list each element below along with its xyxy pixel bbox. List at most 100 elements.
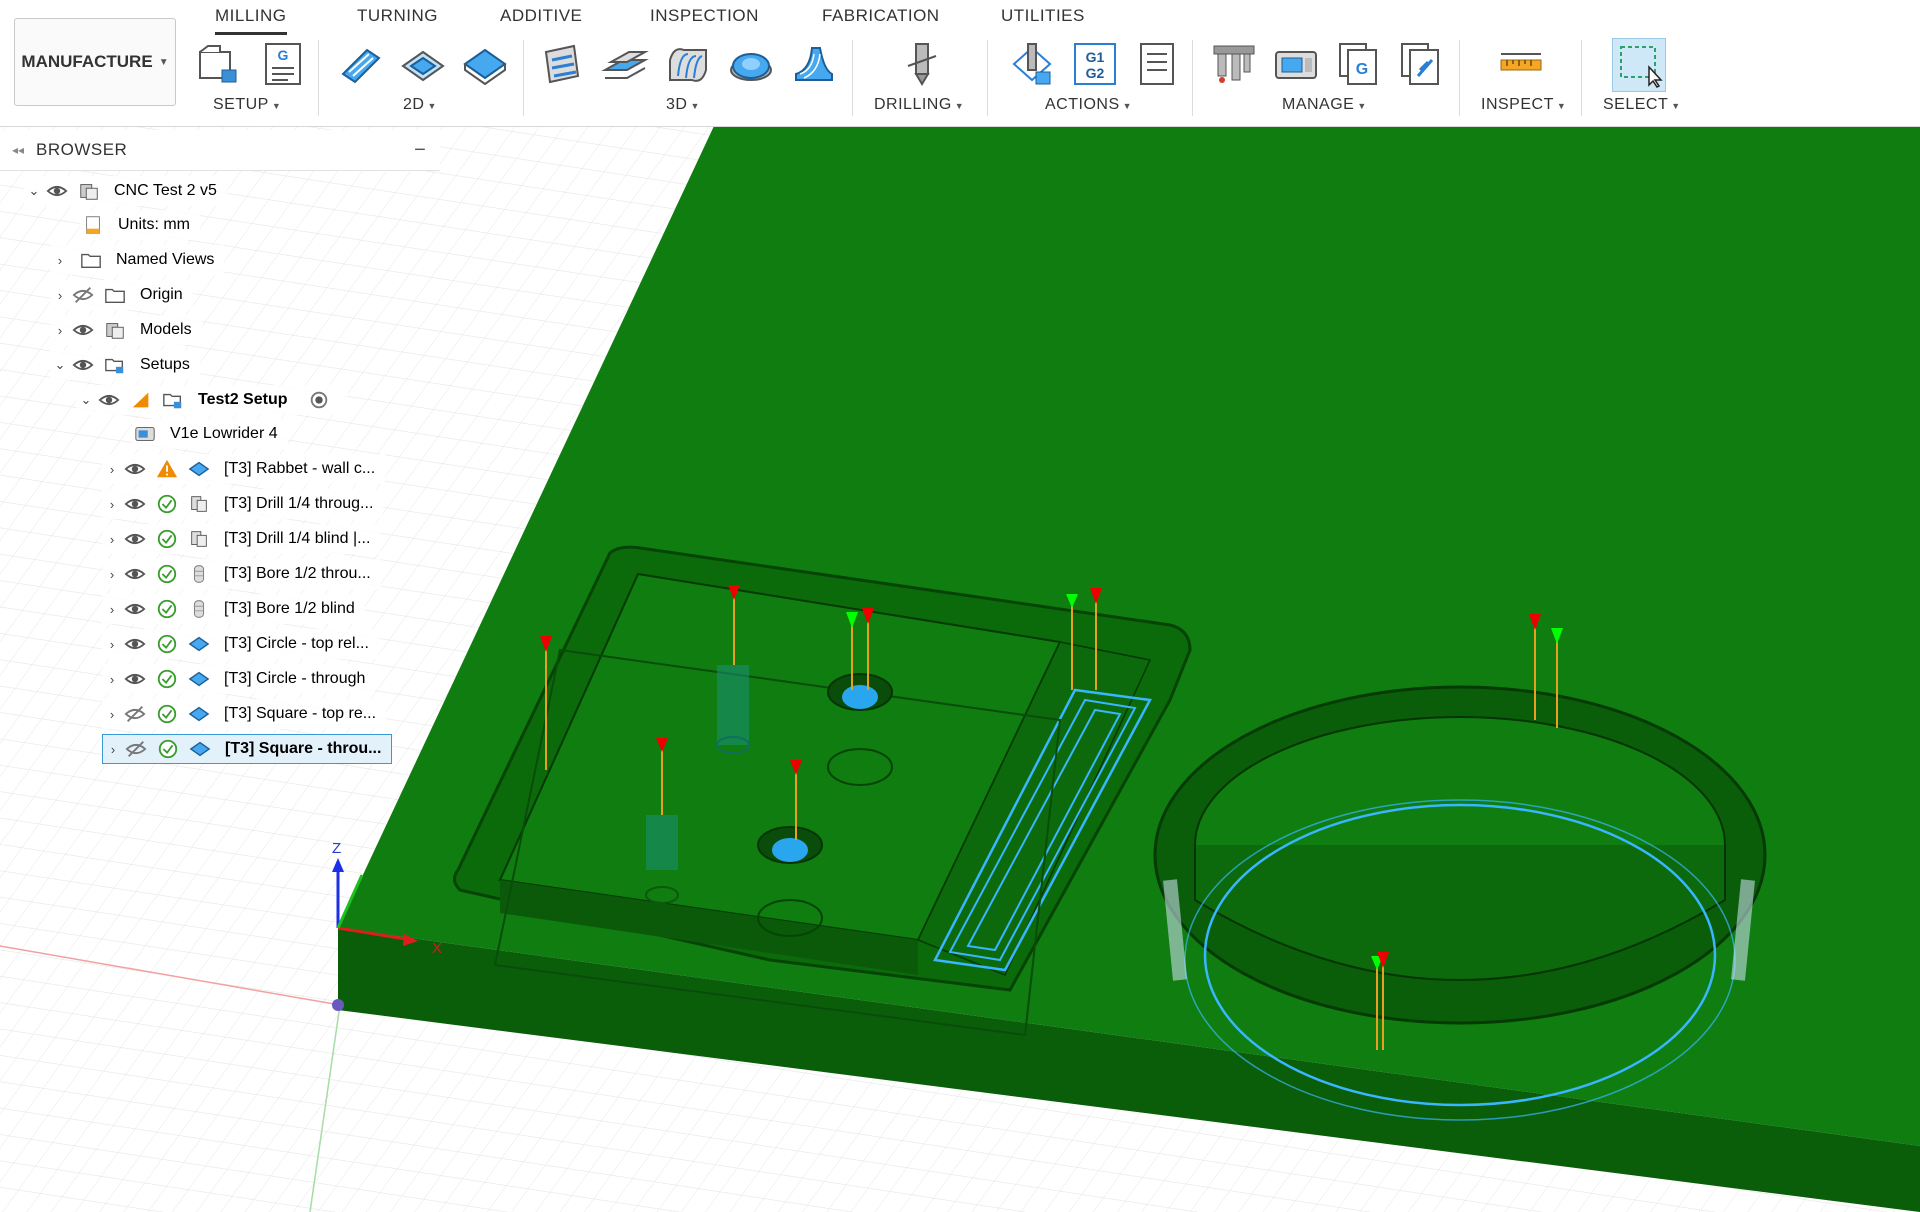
scallop-icon[interactable] <box>727 40 775 88</box>
visibility-hidden-icon[interactable] <box>123 737 149 761</box>
tree-label: Test2 Setup <box>198 391 288 408</box>
visibility-eye-icon[interactable] <box>96 388 122 412</box>
operation-row[interactable]: › [T3] Circle - top rel... <box>102 629 379 659</box>
operation-row[interactable]: › [T3] Circle - through <box>102 664 376 694</box>
group-actions[interactable]: ACTIONS ▼ <box>1045 96 1132 114</box>
flow-icon[interactable] <box>664 40 712 88</box>
group-2d[interactable]: 2D ▼ <box>403 96 437 114</box>
3d-pocket-icon[interactable] <box>601 40 649 88</box>
visibility-eye-icon[interactable] <box>122 457 148 481</box>
simulate-icon[interactable] <box>1008 40 1056 88</box>
chevron-right-icon[interactable]: › <box>102 462 122 477</box>
tab-fabrication[interactable]: FABRICATION <box>822 6 940 32</box>
chevron-right-icon[interactable]: › <box>103 742 123 757</box>
check-circle-icon <box>154 632 180 656</box>
post-process-icon[interactable]: G1 G2 <box>1071 40 1119 88</box>
drill-icon[interactable] <box>898 40 946 88</box>
tree-units[interactable]: Units: mm <box>80 210 200 240</box>
tree-label: Named Views <box>116 251 215 268</box>
chevron-right-icon[interactable]: › <box>102 567 122 582</box>
face-icon[interactable] <box>461 40 509 88</box>
tab-inspection[interactable]: INSPECTION <box>650 6 759 32</box>
2d-adaptive-icon[interactable] <box>337 40 385 88</box>
2d-pocket-icon[interactable] <box>399 40 447 88</box>
collapse-panel-icon[interactable]: ◂◂ <box>0 143 36 157</box>
chevron-right-icon[interactable]: › <box>102 497 122 512</box>
tab-turning[interactable]: TURNING <box>357 6 438 32</box>
folder-icon <box>78 248 104 272</box>
group-select[interactable]: SELECT ▼ <box>1603 96 1681 114</box>
tree-setups[interactable]: ⌄ Setups <box>50 350 200 380</box>
visibility-eye-icon[interactable] <box>122 492 148 516</box>
visibility-eye-icon[interactable] <box>122 597 148 621</box>
chevron-right-icon[interactable]: › <box>102 672 122 687</box>
operation-row[interactable]: › [T3] Square - throu... <box>102 734 393 764</box>
chevron-right-icon[interactable]: › <box>102 602 122 617</box>
operation-row[interactable]: › [T3] Rabbet - wall c... <box>102 454 386 484</box>
nc-program-icon[interactable]: G <box>258 40 306 88</box>
x-axis-label: X <box>432 940 442 957</box>
contour-icon[interactable] <box>790 40 838 88</box>
tab-additive[interactable]: ADDITIVE <box>500 6 582 32</box>
visibility-eye-icon[interactable] <box>70 353 96 377</box>
visibility-eye-icon[interactable] <box>122 632 148 656</box>
operation-row[interactable]: › [T3] Drill 1/4 throug... <box>102 489 384 519</box>
chevron-right-icon[interactable]: › <box>50 253 70 268</box>
chevron-down-icon[interactable]: ⌄ <box>50 357 70 373</box>
tree-machine[interactable]: V1e Lowrider 4 <box>132 419 288 449</box>
tab-milling[interactable]: MILLING <box>215 6 287 35</box>
visibility-eye-icon[interactable] <box>44 179 70 203</box>
minimize-icon[interactable]: − <box>400 139 440 162</box>
setup-icon <box>160 388 186 412</box>
tree-setup[interactable]: ⌄ Test2 Setup <box>76 385 348 415</box>
chevron-down-icon[interactable]: ⌄ <box>24 183 44 199</box>
visibility-hidden-icon[interactable] <box>122 702 148 726</box>
new-setup-icon[interactable] <box>194 40 242 88</box>
operation-row[interactable]: › [T3] Bore 1/2 throu... <box>102 559 381 589</box>
measure-icon[interactable] <box>1497 40 1545 88</box>
group-3d[interactable]: 3D ▼ <box>666 96 700 114</box>
template-library-icon[interactable] <box>1398 40 1446 88</box>
setup-sheet-icon[interactable] <box>1133 40 1181 88</box>
visibility-hidden-icon[interactable] <box>70 283 96 307</box>
chevron-right-icon[interactable]: › <box>50 323 70 338</box>
group-setup[interactable]: SETUP ▼ <box>213 96 281 114</box>
tree-models[interactable]: › Models <box>50 315 202 345</box>
chevron-down-icon[interactable]: ⌄ <box>76 392 96 408</box>
workspace-switcher[interactable]: MANUFACTURE ▼ <box>14 18 176 106</box>
svg-text:G1: G1 <box>1086 49 1105 65</box>
visibility-eye-icon[interactable] <box>70 318 96 342</box>
check-circle-icon <box>155 737 181 761</box>
operation-row[interactable]: › [T3] Bore 1/2 blind <box>102 594 365 624</box>
visibility-eye-icon[interactable] <box>122 527 148 551</box>
operation-label: [T3] Circle - through <box>224 670 366 687</box>
machine-library-icon[interactable] <box>1272 40 1320 88</box>
tree-label: Models <box>140 321 192 338</box>
tab-utilities[interactable]: UTILITIES <box>1001 6 1085 32</box>
chevron-right-icon[interactable]: › <box>102 637 122 652</box>
drill-icon <box>186 492 212 516</box>
tree-root[interactable]: ⌄ CNC Test 2 v5 <box>24 176 227 206</box>
operation-row[interactable]: › [T3] Square - top re... <box>102 699 387 729</box>
select-tool-icon[interactable] <box>1612 38 1666 92</box>
chevron-right-icon[interactable]: › <box>50 288 70 303</box>
group-inspect[interactable]: INSPECT ▼ <box>1481 96 1566 114</box>
active-setup-radio-icon[interactable] <box>306 388 332 412</box>
group-manage[interactable]: MANAGE ▼ <box>1282 96 1367 114</box>
3d-adaptive-icon[interactable] <box>538 40 586 88</box>
check-circle-icon <box>154 527 180 551</box>
group-drilling[interactable]: DRILLING ▼ <box>874 96 964 114</box>
workspace-label: MANUFACTURE <box>21 52 153 71</box>
tool-library-icon[interactable] <box>1210 40 1258 88</box>
chevron-right-icon[interactable]: › <box>102 707 122 722</box>
browser-header: ◂◂ BROWSER − <box>0 130 440 171</box>
tree-origin[interactable]: › Origin <box>50 280 193 310</box>
post-library-icon[interactable]: G <box>1336 40 1384 88</box>
visibility-eye-icon[interactable] <box>122 562 148 586</box>
tree-named-views[interactable]: › Named Views <box>50 245 225 275</box>
tree-label: CNC Test 2 v5 <box>114 182 217 199</box>
visibility-eye-icon[interactable] <box>122 667 148 691</box>
operation-row[interactable]: › [T3] Drill 1/4 blind |... <box>102 524 381 554</box>
document-icon <box>76 179 102 203</box>
chevron-right-icon[interactable]: › <box>102 532 122 547</box>
